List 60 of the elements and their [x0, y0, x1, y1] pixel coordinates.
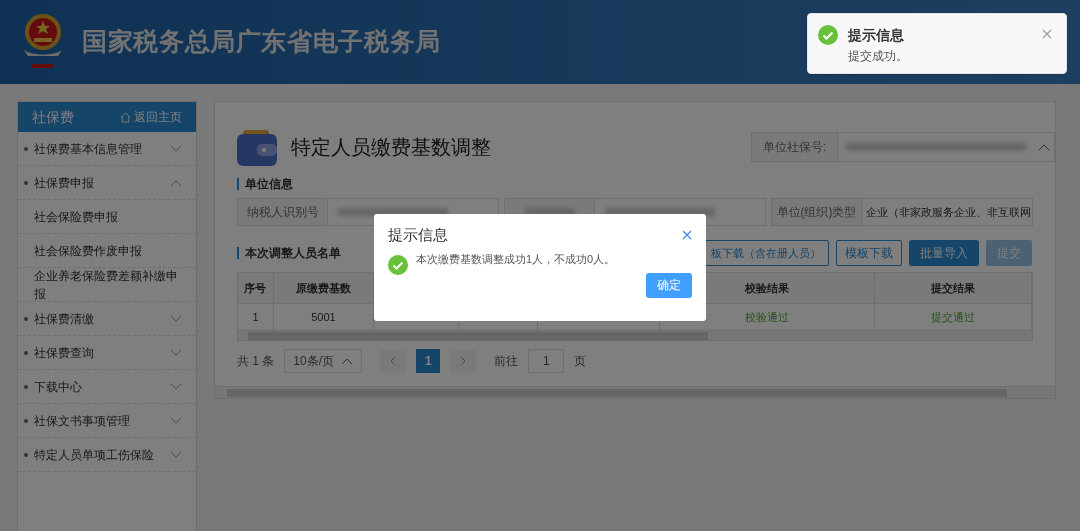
goto-label: 前往 [494, 353, 519, 370]
chevron-up-icon [1038, 143, 1050, 151]
column-header: 原缴费基数 [273, 273, 374, 303]
bullet-icon [24, 384, 28, 389]
chevron-down-icon [170, 178, 182, 187]
chevron-right-icon [460, 356, 467, 366]
dialog-message: 本次缴费基数调整成功1人，不成功0人。 [416, 252, 616, 268]
chevron-up-icon [341, 357, 354, 365]
bullet-icon [24, 350, 28, 355]
sidebar-item[interactable]: 特定人员单项工伤保险 [18, 438, 196, 472]
sidebar-title: 社保费 [32, 107, 74, 127]
confirm-button[interactable]: 确定 [646, 272, 692, 298]
toolbar-button[interactable]: 模板下载 [836, 240, 902, 266]
info-field: 单位(组织)类型 企业（非家政服务企业、非互联网 [771, 198, 1033, 226]
bullet-icon [24, 418, 28, 423]
column-header: 序号 [238, 273, 274, 303]
chevron-down-icon [170, 416, 182, 425]
dialog-title: 提示信息 [388, 225, 448, 245]
toast-title: 提示信息 [848, 26, 905, 45]
toast-message: 提交成功。 [848, 48, 909, 65]
home-link[interactable]: 返回主页 [120, 108, 182, 126]
chevron-down-icon [170, 144, 182, 153]
bullet-icon [24, 316, 28, 321]
sidebar-item[interactable]: 下载中心 [18, 370, 196, 404]
success-icon [388, 254, 408, 275]
home-icon [120, 111, 131, 123]
sidebar-item[interactable]: 社保文书事项管理 [18, 404, 196, 438]
column-header: 提交结果 [875, 273, 1032, 303]
sidebar-item[interactable]: 企业养老保险费差额补缴申报 [18, 268, 196, 302]
chevron-down-icon [170, 382, 182, 391]
field-value: 企业（非家政服务企业、非互联网 [865, 204, 1031, 220]
chevron-down-icon [170, 348, 182, 357]
section-heading: 本次调整人员名单 [237, 247, 341, 259]
sidebar-item[interactable]: 社会保险费申报 [18, 200, 196, 234]
chevron-left-icon [390, 356, 397, 366]
wallet-icon [237, 128, 277, 166]
section-heading: 单位信息 [237, 178, 1055, 190]
toolbar-button[interactable]: 批量导入 [909, 240, 979, 266]
sidebar-item[interactable]: 社会保险费作废申报 [18, 234, 196, 268]
site-title: 国家税务总局广东省电子税务局 [82, 26, 441, 58]
close-button[interactable] [682, 230, 692, 241]
goto-field[interactable]: 1 [528, 349, 565, 373]
close-button[interactable] [1042, 29, 1052, 39]
unit-selector[interactable]: 单位社保号: [751, 132, 1055, 162]
sidebar-item[interactable]: 社保费查询 [18, 336, 196, 370]
page-button[interactable]: 1 [416, 349, 441, 373]
bullet-icon [24, 180, 28, 185]
page-size-select[interactable]: 10条/页 [284, 349, 363, 373]
sidebar-item[interactable]: 社保费申报 [18, 166, 196, 200]
page-title: 特定人员缴费基数调整 [291, 135, 491, 160]
bullet-icon [24, 146, 28, 151]
unit-selector-label: 单位社保号: [752, 133, 838, 161]
total-count: 共 1 条 [237, 353, 275, 370]
chevron-down-icon [170, 314, 182, 323]
sidebar-item[interactable]: 社保费清缴 [18, 302, 196, 336]
sidebar-item[interactable]: 社保费基本信息管理 [18, 132, 196, 166]
success-icon [818, 25, 838, 45]
bullet-icon [24, 452, 28, 457]
chevron-down-icon [170, 450, 182, 459]
goto-suffix: 页 [574, 353, 587, 370]
